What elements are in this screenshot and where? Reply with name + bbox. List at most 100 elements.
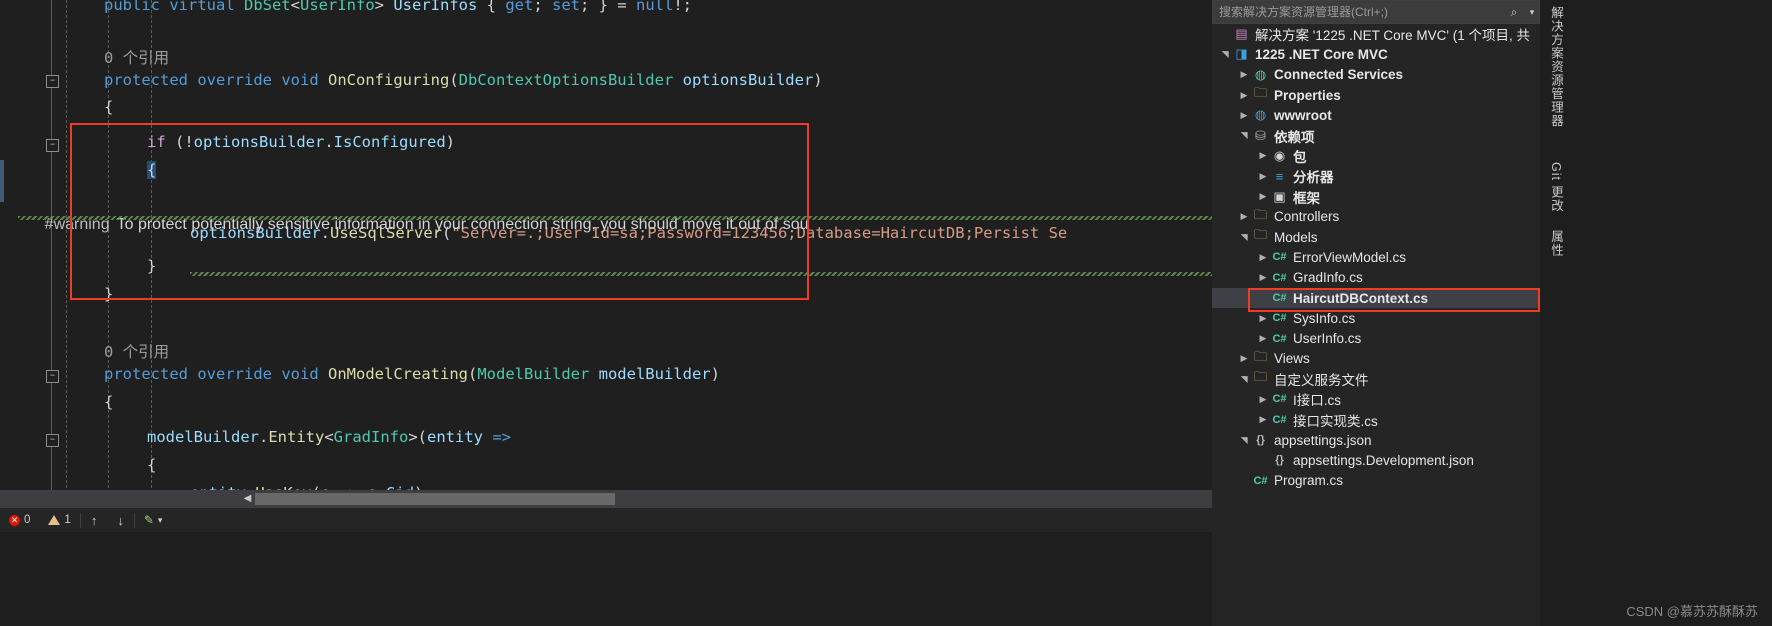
tree-item[interactable]: ▶ C# GradInfo.cs [1212, 268, 1540, 288]
tree-item[interactable]: ▶ 🗀 Controllers [1212, 207, 1540, 227]
tree-item[interactable]: · {} appsettings.Development.json [1212, 450, 1540, 470]
tree-item[interactable]: ▶ ◍ wwwroot [1212, 105, 1540, 125]
expand-arrow-icon[interactable]: ▶ [1256, 414, 1270, 425]
error-indicator[interactable]: ✕ 0 [0, 508, 39, 532]
code-token: < [290, 0, 300, 14]
expand-arrow-icon[interactable]: ▶ [1237, 90, 1251, 101]
tree-item[interactable]: ◢ {} appsettings.json [1212, 430, 1540, 450]
code-token: } = [598, 0, 636, 14]
expand-arrow-icon[interactable]: ▶ [1256, 333, 1270, 344]
expand-arrow-icon[interactable]: ▶ [1256, 171, 1270, 182]
code-editor[interactable]: − − − − public virtual DbSet<UserInfo> U… [0, 0, 1212, 508]
code-token: ; [580, 0, 599, 14]
tree-spacer: · [1256, 293, 1270, 303]
solution-search-bar[interactable]: ⌕ ▾ [1212, 0, 1540, 24]
tree-item[interactable]: ◢ 🗀 Models [1212, 227, 1540, 247]
code-token: 0 个引用 [104, 343, 170, 361]
code-token: { [147, 456, 157, 474]
code-token: ; [533, 0, 552, 14]
scrollbar-thumb[interactable] [255, 493, 615, 505]
code-cleanup-button[interactable]: ✎ ▾ [135, 508, 172, 532]
expand-arrow-icon[interactable]: ▶ [1256, 252, 1270, 263]
collapse-arrow-icon[interactable]: ◢ [1220, 47, 1231, 61]
expand-arrow-icon[interactable]: ▶ [1256, 150, 1270, 161]
tree-item[interactable]: ◢ 🗀 自定义服务文件 [1212, 369, 1540, 389]
tree-item[interactable]: ▶ ≡ 分析器 [1212, 166, 1540, 186]
tree-item-label: Properties [1274, 87, 1341, 103]
code-token: IsConfigured [333, 133, 446, 151]
tree-item-label: Connected Services [1274, 67, 1404, 83]
code-token: void [281, 365, 328, 383]
analyzer-icon: ≡ [1275, 168, 1284, 184]
code-token: > [374, 0, 394, 14]
tree-item[interactable]: ·C# Program.cs [1212, 471, 1540, 491]
code-token: public [104, 0, 170, 14]
code-token: ) [710, 365, 720, 383]
tree-item[interactable]: ·▤ 解决方案 '1225 .NET Core MVC' (1 个项目, 共 [1212, 24, 1540, 44]
code-token: . [258, 428, 269, 446]
tree-item[interactable]: ▶ ◉ 包 [1212, 146, 1540, 166]
solution-tree[interactable]: ·▤解决方案 '1225 .NET Core MVC' (1 个项目, 共 ◢ ◨ 1… [1212, 24, 1540, 626]
scroll-left-arrow[interactable]: ◀ [241, 493, 254, 505]
expand-arrow-icon[interactable]: ▶ [1237, 353, 1251, 364]
tree-spacer: · [1218, 29, 1232, 39]
expand-arrow-icon[interactable]: ▶ [1256, 272, 1270, 283]
search-input[interactable] [1213, 5, 1503, 19]
tree-item[interactable]: ▶ C# I接口.cs [1212, 389, 1540, 409]
code-token: >( [408, 428, 427, 446]
collapse-arrow-icon[interactable]: ◢ [1239, 129, 1250, 143]
tree-item-label: 1225 .NET Core MVC [1255, 46, 1388, 62]
rail-tab-git-changes[interactable]: Git 更改 [1547, 162, 1566, 212]
tree-item[interactable]: ▶ C# SysInfo.cs [1212, 308, 1540, 328]
warning-indicator[interactable]: 1 [39, 508, 79, 532]
tree-item[interactable]: ▶ C# 接口实现类.cs [1212, 410, 1540, 430]
collapse-arrow-icon[interactable]: ◢ [1239, 372, 1250, 386]
tree-item[interactable]: ▶ C# UserInfo.cs [1212, 328, 1540, 348]
tree-item[interactable]: ▶ 🗀 Properties [1212, 85, 1540, 105]
tree-item-label: appsettings.Development.json [1293, 452, 1474, 468]
search-icon[interactable]: ⌕ [1503, 5, 1525, 20]
rail-tab-solution-explorer[interactable]: 解决方案资源管理器 [1547, 6, 1566, 128]
code-token: 0 个引用 [104, 49, 170, 67]
code-token: virtual [169, 0, 244, 14]
code-text[interactable]: public virtual DbSet<UserInfo> UserInfos… [0, 0, 1212, 508]
cs-icon: C# [1272, 292, 1287, 304]
rail-tab-properties[interactable]: 属性 [1547, 230, 1566, 257]
code-token: protected [104, 365, 198, 383]
editor-horizontal-scrollbar[interactable]: ◀ [0, 490, 1212, 508]
cs-icon: C# [1253, 474, 1268, 487]
code-token: OnModelCreating [328, 365, 468, 383]
collapse-arrow-icon[interactable]: ◢ [1239, 433, 1250, 447]
sln-icon: ▤ [1235, 26, 1248, 42]
expand-arrow-icon[interactable]: ▶ [1256, 191, 1270, 202]
next-issue-button[interactable]: ↓ [107, 513, 134, 528]
code-line: { [147, 456, 156, 475]
tree-item[interactable]: ◢ ⛁ 依赖项 [1212, 125, 1540, 145]
tree-item[interactable]: ▶ 🗀 Views [1212, 349, 1540, 369]
expand-arrow-icon[interactable]: ▶ [1237, 110, 1251, 121]
code-token: { [104, 98, 114, 116]
proj-icon: ◨ [1235, 46, 1248, 62]
expand-arrow-icon[interactable]: ▶ [1256, 394, 1270, 405]
previous-issue-button[interactable]: ↑ [81, 513, 108, 528]
chevron-down-icon[interactable]: ▾ [158, 515, 163, 526]
cs-icon: C# [1272, 393, 1287, 406]
expand-arrow-icon[interactable]: ▶ [1256, 313, 1270, 324]
folder-icon: 🗀 [1253, 227, 1267, 243]
tree-item[interactable]: ▶ ▣ 框架 [1212, 186, 1540, 206]
collapse-arrow-icon[interactable]: ◢ [1239, 230, 1250, 244]
code-token: entity [427, 428, 493, 446]
code-token: ModelBuilder [477, 365, 590, 383]
tree-item[interactable]: ◢ ◨ 1225 .NET Core MVC [1212, 44, 1540, 64]
expand-arrow-icon[interactable]: ▶ [1237, 69, 1251, 80]
expand-arrow-icon[interactable]: ▶ [1237, 211, 1251, 222]
warning-count: 1 [64, 514, 71, 526]
tree-item-label: Models [1274, 229, 1318, 245]
tree-item[interactable]: ▶ C# ErrorViewModel.cs [1212, 247, 1540, 267]
tree-item[interactable]: ▶ ◍ Connected Services [1212, 65, 1540, 85]
code-token: UserInfos [393, 0, 487, 14]
folder-icon: 🗀 [1253, 206, 1267, 222]
code-token: modelBuilder [589, 365, 711, 383]
search-options-chevron-icon[interactable]: ▾ [1525, 7, 1539, 18]
tree-item[interactable]: ·C# HaircutDBContext.cs [1212, 287, 1540, 312]
